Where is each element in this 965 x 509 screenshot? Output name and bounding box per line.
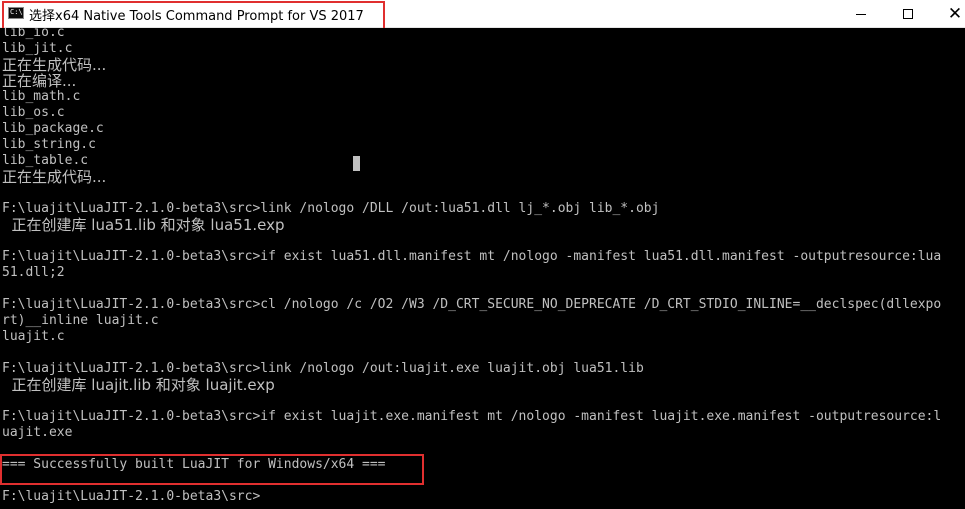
window-title: 选择x64 Native Tools Command Prompt for VS… xyxy=(29,9,364,24)
console-line: lib_table.c xyxy=(2,153,89,168)
command-prompt-line[interactable]: F:\luajit\LuaJIT-2.1.0-beta3\src> xyxy=(2,489,260,505)
console-line: lib_io.c xyxy=(2,28,65,40)
console-line: F:\luajit\LuaJIT-2.1.0-beta3\src>if exis… xyxy=(2,249,942,264)
console-line: 正在编译... xyxy=(2,72,77,90)
console-line: lib_os.c xyxy=(2,105,65,120)
console-line: 正在创建库 lua51.lib 和对象 lua51.exp xyxy=(2,216,285,234)
cmd-icon: C:\ xyxy=(8,7,24,19)
console-line: lib_package.c xyxy=(2,121,104,136)
console-line: F:\luajit\LuaJIT-2.1.0-beta3\src>link /n… xyxy=(2,361,644,376)
console-line: lib_string.c xyxy=(2,137,96,152)
console-line: rt)__inline luajit.c xyxy=(2,313,159,328)
maximize-button[interactable] xyxy=(885,0,931,28)
console-line: luajit.c xyxy=(2,329,65,344)
console-line: uajit.exe xyxy=(2,425,73,440)
console-line: F:\luajit\LuaJIT-2.1.0-beta3\src>link /n… xyxy=(2,201,660,216)
maximize-icon xyxy=(903,9,913,19)
text-cursor xyxy=(353,156,360,171)
minimize-button[interactable] xyxy=(838,0,884,28)
minimize-icon xyxy=(856,13,866,15)
console-line: F:\luajit\LuaJIT-2.1.0-beta3\src>cl /nol… xyxy=(2,297,942,312)
console-line: 正在创建库 luajit.lib 和对象 luajit.exp xyxy=(2,376,275,394)
console-line: lib_math.c xyxy=(2,89,81,104)
close-icon: ✕ xyxy=(947,4,963,24)
console-line: lib_jit.c xyxy=(2,41,73,56)
command-prompt-window: C:\ 选择x64 Native Tools Command Prompt fo… xyxy=(0,0,965,509)
success-message: === Successfully built LuaJIT for Window… xyxy=(2,457,386,472)
console-output[interactable]: lib_io.c lib_jit.c 正在生成代码... 正在编译... lib… xyxy=(0,28,965,509)
console-line: 正在生成代码... xyxy=(2,168,107,186)
close-button[interactable]: ✕ xyxy=(932,0,965,28)
console-line: 正在生成代码... xyxy=(2,56,107,74)
title-bar[interactable]: C:\ 选择x64 Native Tools Command Prompt fo… xyxy=(0,0,965,28)
console-line: F:\luajit\LuaJIT-2.1.0-beta3\src>if exis… xyxy=(2,409,942,424)
console-line: 51.dll;2 xyxy=(2,265,65,280)
